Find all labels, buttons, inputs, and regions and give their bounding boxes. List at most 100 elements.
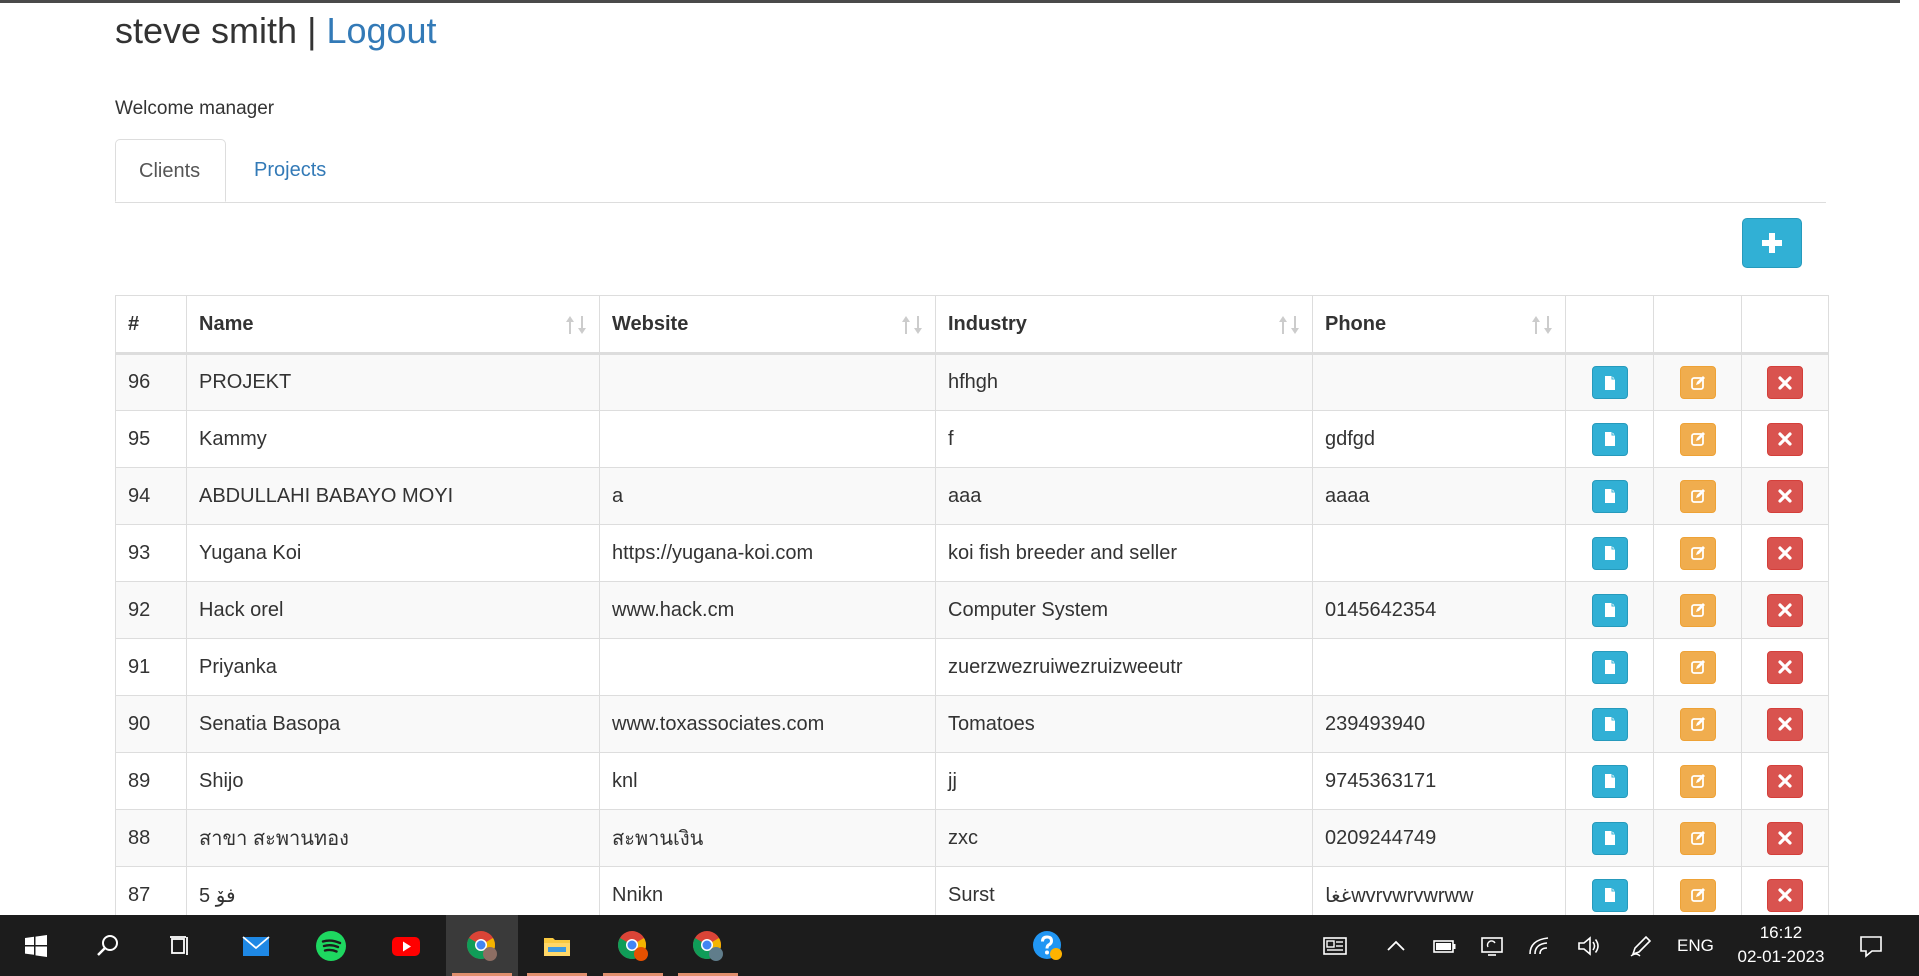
- cell-action: [1565, 809, 1654, 867]
- file-explorer-app-button[interactable]: [521, 915, 593, 976]
- edit-client-button[interactable]: [1679, 821, 1716, 855]
- file-icon: [1604, 546, 1615, 560]
- view-client-button[interactable]: [1591, 479, 1628, 513]
- delete-client-button[interactable]: [1767, 479, 1803, 513]
- cell-action: [1565, 467, 1654, 525]
- news-widget-button[interactable]: [1313, 915, 1357, 976]
- cell-action: [1565, 581, 1654, 639]
- file-icon: [1604, 432, 1615, 446]
- header-separator: |: [307, 10, 317, 51]
- chrome-app-button-g[interactable]: [672, 915, 744, 976]
- view-client-button[interactable]: [1591, 593, 1628, 627]
- cell-id: 88: [115, 809, 187, 867]
- display-button[interactable]: [1477, 915, 1507, 976]
- network-button[interactable]: [1525, 915, 1555, 976]
- volume-button[interactable]: [1574, 915, 1604, 976]
- view-client-button[interactable]: [1591, 422, 1628, 456]
- column-header-industry[interactable]: Industry: [935, 295, 1313, 355]
- edit-client-button[interactable]: [1679, 650, 1716, 684]
- notification-icon: [1860, 935, 1882, 958]
- tab-clients[interactable]: Clients: [115, 139, 226, 202]
- cell-industry: Computer System: [935, 581, 1313, 639]
- delete-client-button[interactable]: [1767, 593, 1803, 627]
- delete-client-button[interactable]: [1767, 764, 1803, 798]
- cell-name: Kammy: [186, 410, 600, 468]
- edit-client-button[interactable]: [1679, 422, 1716, 456]
- youtube-app-button[interactable]: [370, 915, 442, 976]
- battery-button[interactable]: [1430, 915, 1460, 976]
- tab-projects[interactable]: Projects: [231, 139, 349, 202]
- help-app-button[interactable]: [1012, 915, 1084, 976]
- file-icon: [1604, 717, 1615, 731]
- view-client-button[interactable]: [1591, 536, 1628, 570]
- edit-client-button[interactable]: [1679, 878, 1716, 912]
- cell-action: [1741, 581, 1829, 639]
- cell-name: Priyanka: [186, 638, 600, 696]
- clients-table-body: 96 PROJEKT hfhgh 95 Kammy f gdfgd 94 ABDULLAHI B…: [115, 353, 1829, 915]
- task-view-button[interactable]: [144, 915, 216, 976]
- show-hidden-icons-button[interactable]: [1382, 915, 1410, 976]
- cell-website: สะพานเงิน: [599, 809, 936, 867]
- delete-client-button[interactable]: [1767, 821, 1803, 855]
- edit-icon: [1690, 432, 1705, 446]
- search-icon: [97, 934, 118, 956]
- view-client-button[interactable]: [1591, 707, 1628, 741]
- view-client-button[interactable]: [1591, 878, 1628, 912]
- cell-industry: koi fish breeder and seller: [935, 524, 1313, 582]
- cell-action: [1653, 524, 1742, 582]
- delete-client-button[interactable]: [1767, 536, 1803, 570]
- edit-client-button[interactable]: [1679, 764, 1716, 798]
- chrome-app-button-s[interactable]: [446, 915, 518, 976]
- column-header-phone[interactable]: Phone: [1312, 295, 1566, 355]
- delete-client-button[interactable]: [1767, 650, 1803, 684]
- file-explorer-icon: [544, 937, 570, 956]
- delete-client-button[interactable]: [1767, 366, 1803, 399]
- table-row: 95 Kammy f gdfgd: [115, 410, 1829, 468]
- taskbar-clock[interactable]: 16:12 02-01-2023: [1726, 921, 1836, 969]
- cell-website: [599, 353, 936, 411]
- view-client-button[interactable]: [1591, 650, 1628, 684]
- view-client-button[interactable]: [1591, 764, 1628, 798]
- column-header-name[interactable]: Name: [186, 295, 600, 355]
- input-language-indicator[interactable]: ENG: [1677, 915, 1714, 976]
- speaker-icon: [1578, 935, 1599, 956]
- delete-client-button[interactable]: [1767, 422, 1803, 456]
- browser-viewport: steve smith | Logout Welcome manager Cli…: [0, 0, 1900, 915]
- cell-action: [1653, 809, 1742, 867]
- chrome-app-button-s-2[interactable]: [597, 915, 669, 976]
- view-client-button[interactable]: [1591, 366, 1628, 399]
- cell-website: www.hack.cm: [599, 581, 936, 639]
- edit-client-button[interactable]: [1679, 366, 1716, 399]
- column-header-id: #: [115, 295, 187, 355]
- cell-phone: غغاwvrvwrvwrww: [1312, 866, 1566, 915]
- cell-name: PROJEKT: [186, 353, 600, 411]
- chrome-profile-s-icon: [618, 930, 648, 961]
- column-header-website[interactable]: Website: [599, 295, 936, 355]
- spotify-app-button[interactable]: [295, 915, 367, 976]
- notification-center-button[interactable]: [1854, 915, 1888, 976]
- close-icon: [1778, 432, 1792, 446]
- windows-start-button[interactable]: [0, 915, 72, 976]
- chevron-up-icon: [1387, 940, 1405, 951]
- cell-industry: hfhgh: [935, 353, 1313, 411]
- close-icon: [1778, 888, 1792, 902]
- delete-client-button[interactable]: [1767, 878, 1803, 912]
- mail-app-button[interactable]: [220, 915, 292, 976]
- edit-client-button[interactable]: [1679, 479, 1716, 513]
- edit-icon: [1690, 375, 1705, 390]
- edit-icon: [1690, 489, 1705, 503]
- taskbar-search-button[interactable]: [72, 915, 144, 976]
- delete-client-button[interactable]: [1767, 707, 1803, 741]
- plus-icon: [1762, 233, 1782, 253]
- edit-client-button[interactable]: [1679, 707, 1716, 741]
- add-client-button[interactable]: [1742, 218, 1802, 268]
- view-client-button[interactable]: [1591, 821, 1628, 855]
- edit-client-button[interactable]: [1679, 536, 1716, 570]
- column-header-industry-label: Industry: [948, 312, 1027, 335]
- edit-client-button[interactable]: [1679, 593, 1716, 627]
- sort-icon: [902, 316, 922, 334]
- pen-menu-button[interactable]: [1626, 915, 1656, 976]
- pen-icon: [1630, 935, 1652, 957]
- logout-link[interactable]: Logout: [326, 10, 436, 51]
- close-icon: [1778, 774, 1792, 788]
